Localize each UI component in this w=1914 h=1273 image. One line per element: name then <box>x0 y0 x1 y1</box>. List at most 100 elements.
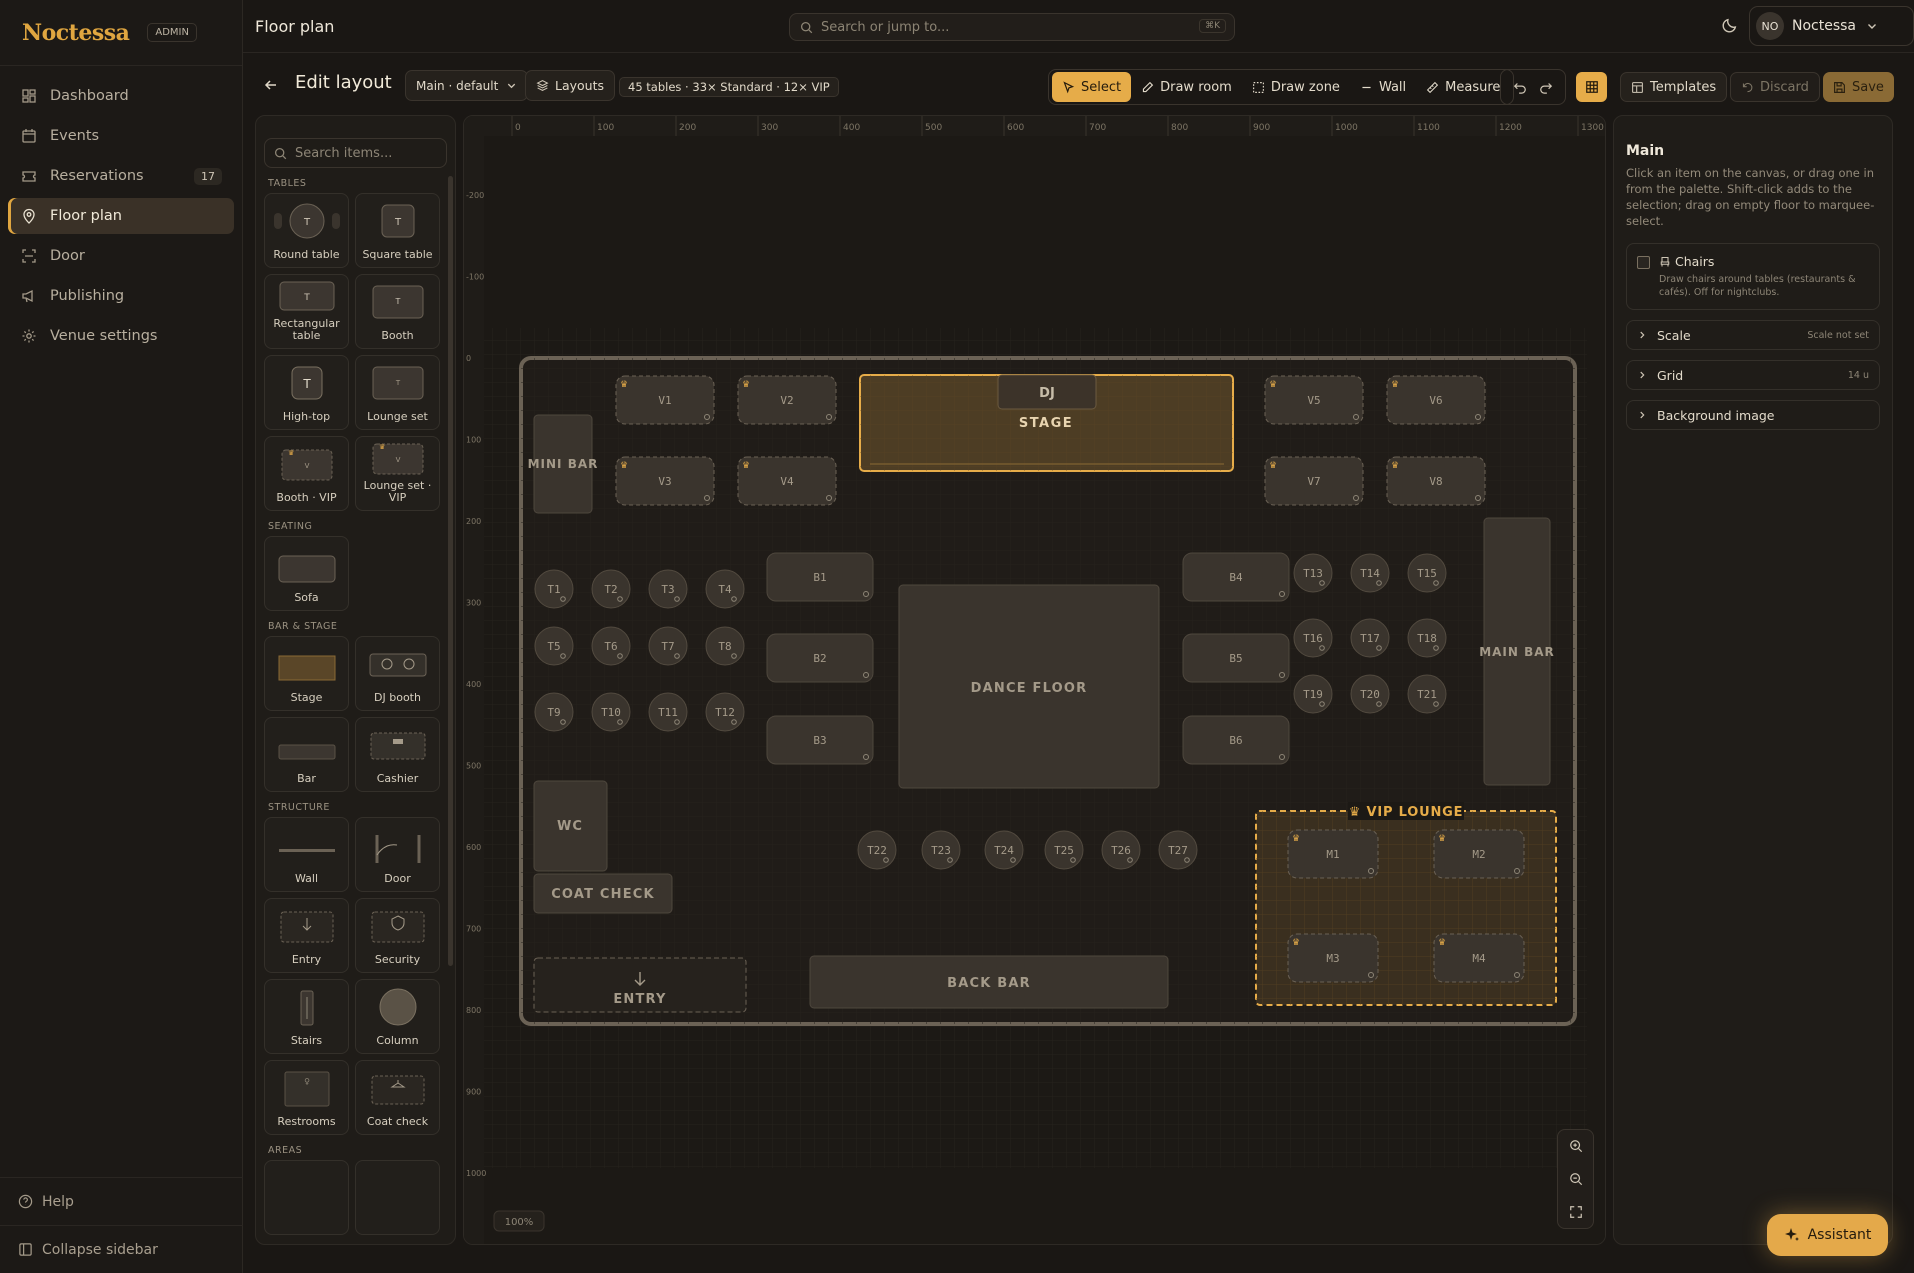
palette-square-table[interactable]: T Square table <box>355 193 440 268</box>
palette-restrooms[interactable]: ♀ Restrooms <box>264 1060 349 1135</box>
palette-area-item[interactable] <box>355 1160 440 1235</box>
palette-stairs[interactable]: Stairs <box>264 979 349 1054</box>
round-table-t20[interactable]: T20 <box>1350 674 1390 714</box>
sidebar-item-dashboard[interactable]: Dashboard <box>8 78 234 114</box>
round-table-t13[interactable]: T13 <box>1293 553 1333 593</box>
booth-b1[interactable]: B1 <box>766 552 874 602</box>
lounge-table-m4[interactable]: M4 ♛ <box>1433 933 1525 983</box>
palette-wall[interactable]: Wall <box>264 817 349 892</box>
floor-plan-svg[interactable]: 0 100 200 300 400 500 600 700 800 900 1000 1100 1200… <box>464 116 1606 1245</box>
tool-select[interactable]: Select <box>1052 72 1132 102</box>
round-table-t27[interactable]: T27 <box>1158 830 1198 870</box>
zoom-in-icon[interactable] <box>1569 1139 1583 1153</box>
palette-high-top[interactable]: T High-top <box>264 355 349 430</box>
brand-logo[interactable]: Noctessa <box>22 20 130 46</box>
lounge-table-m2[interactable]: M2 ♛ <box>1433 829 1525 879</box>
round-table-t24[interactable]: T24 <box>984 830 1024 870</box>
round-table-t19[interactable]: T19 <box>1293 674 1333 714</box>
palette-dj-booth[interactable]: DJ booth <box>355 636 440 711</box>
round-table-t12[interactable]: T12 <box>705 692 745 732</box>
layout-select[interactable]: Main · default <box>405 70 529 101</box>
tool-wall[interactable]: Wall <box>1350 72 1416 102</box>
palette-door[interactable]: Door <box>355 817 440 892</box>
round-table-t9[interactable]: T9 <box>534 692 574 732</box>
vip-table-v4[interactable]: V4 ♛ <box>737 456 837 506</box>
tool-draw-room[interactable]: Draw room <box>1131 72 1242 102</box>
redo-icon[interactable] <box>1533 80 1559 94</box>
vip-table-v3[interactable]: V3 ♛ <box>615 456 715 506</box>
vip-table-v1[interactable]: V1 ♛ <box>615 375 715 425</box>
round-table-t14[interactable]: T14 <box>1350 553 1390 593</box>
palette-booth[interactable]: T Booth <box>355 274 440 349</box>
palette-security[interactable]: Security <box>355 898 440 973</box>
palette-booth-vip[interactable]: V ♛ Booth · VIP <box>264 436 349 511</box>
theme-toggle-moon-icon[interactable] <box>1721 17 1738 38</box>
chairs-checkbox[interactable] <box>1637 256 1650 270</box>
palette-bar[interactable]: Bar <box>264 717 349 792</box>
fit-screen-icon[interactable] <box>1569 1205 1583 1219</box>
round-table-t26[interactable]: T26 <box>1101 830 1141 870</box>
palette-round-table[interactable]: T Round table <box>264 193 349 268</box>
booth-b4[interactable]: B4 <box>1182 552 1290 602</box>
sidebar-item-publishing[interactable]: Publishing <box>8 278 234 314</box>
palette-scrollbar[interactable] <box>448 176 453 966</box>
tool-draw-zone[interactable]: Draw zone <box>1242 72 1350 102</box>
sidebar-item-door[interactable]: Door <box>8 238 234 274</box>
palette-search-input[interactable]: Search items... <box>264 138 447 168</box>
palette-lounge-set-vip[interactable]: V ♛ Lounge set · VIP <box>355 436 440 511</box>
collapse-sidebar-button[interactable]: Collapse sidebar <box>0 1225 243 1273</box>
user-menu[interactable]: NO Noctessa <box>1749 6 1914 46</box>
round-table-t16[interactable]: T16 <box>1293 618 1333 658</box>
palette-sofa[interactable]: Sofa <box>264 536 349 611</box>
lounge-table-m3[interactable]: M3 ♛ <box>1287 933 1379 983</box>
round-table-t7[interactable]: T7 <box>648 626 688 666</box>
round-table-t25[interactable]: T25 <box>1044 830 1084 870</box>
round-table-t5[interactable]: T5 <box>534 626 574 666</box>
round-table-t10[interactable]: T10 <box>591 692 631 732</box>
round-table-t2[interactable]: T2 <box>591 569 631 609</box>
palette-cashier[interactable]: Cashier <box>355 717 440 792</box>
round-table-t17[interactable]: T17 <box>1350 618 1390 658</box>
discard-button[interactable]: Discard <box>1730 72 1820 102</box>
round-table-t11[interactable]: T11 <box>648 692 688 732</box>
save-button[interactable]: Save <box>1823 72 1894 102</box>
zoom-out-icon[interactable] <box>1569 1172 1583 1186</box>
undo-icon[interactable] <box>1507 80 1533 94</box>
sidebar-item-reservations[interactable]: Reservations 17 <box>8 158 234 194</box>
palette-column[interactable]: Column <box>355 979 440 1054</box>
round-table-t1[interactable]: T1 <box>534 569 574 609</box>
vip-table-v6[interactable]: V6 ♛ <box>1386 375 1486 425</box>
palette-rectangular-table[interactable]: T Rectangular table <box>264 274 349 349</box>
round-table-t4[interactable]: T4 <box>705 569 745 609</box>
round-table-t8[interactable]: T8 <box>705 626 745 666</box>
palette-coat-check[interactable]: Coat check <box>355 1060 440 1135</box>
round-table-t18[interactable]: T18 <box>1407 618 1447 658</box>
global-search-input[interactable]: Search or jump to... ⌘K <box>789 13 1235 41</box>
booth-b5[interactable]: B5 <box>1182 633 1290 683</box>
assistant-button[interactable]: Assistant <box>1767 1214 1888 1256</box>
vip-table-v5[interactable]: V5 ♛ <box>1264 375 1364 425</box>
round-table-t23[interactable]: T23 <box>921 830 961 870</box>
sidebar-item-floor-plan[interactable]: Floor plan <box>8 198 234 234</box>
round-table-t21[interactable]: T21 <box>1407 674 1447 714</box>
back-arrow-icon[interactable] <box>263 77 279 93</box>
round-table-t6[interactable]: T6 <box>591 626 631 666</box>
round-table-t3[interactable]: T3 <box>648 569 688 609</box>
sidebar-item-events[interactable]: Events <box>8 118 234 154</box>
round-table-t15[interactable]: T15 <box>1407 553 1447 593</box>
booth-b6[interactable]: B6 <box>1182 715 1290 765</box>
round-table-t22[interactable]: T22 <box>857 830 897 870</box>
palette-lounge-set[interactable]: T Lounge set <box>355 355 440 430</box>
palette-entry[interactable]: Entry <box>264 898 349 973</box>
help-link[interactable]: Help <box>0 1177 243 1225</box>
grid-toggle-button[interactable] <box>1576 72 1607 102</box>
vip-table-v7[interactable]: V7 ♛ <box>1264 456 1364 506</box>
floor-plan-canvas[interactable]: 0 100 200 300 400 500 600 700 800 900 1000 1100 1200… <box>463 115 1606 1245</box>
background-image-section[interactable]: Background image <box>1626 400 1880 431</box>
booth-b2[interactable]: B2 <box>766 633 874 683</box>
booth-b3[interactable]: B3 <box>766 715 874 765</box>
tool-measure[interactable]: Measure <box>1416 72 1510 102</box>
scale-section[interactable]: Scale Scale not set <box>1626 320 1880 351</box>
grid-section[interactable]: Grid 14 u <box>1626 360 1880 391</box>
vip-table-v2[interactable]: V2 ♛ <box>737 375 837 425</box>
